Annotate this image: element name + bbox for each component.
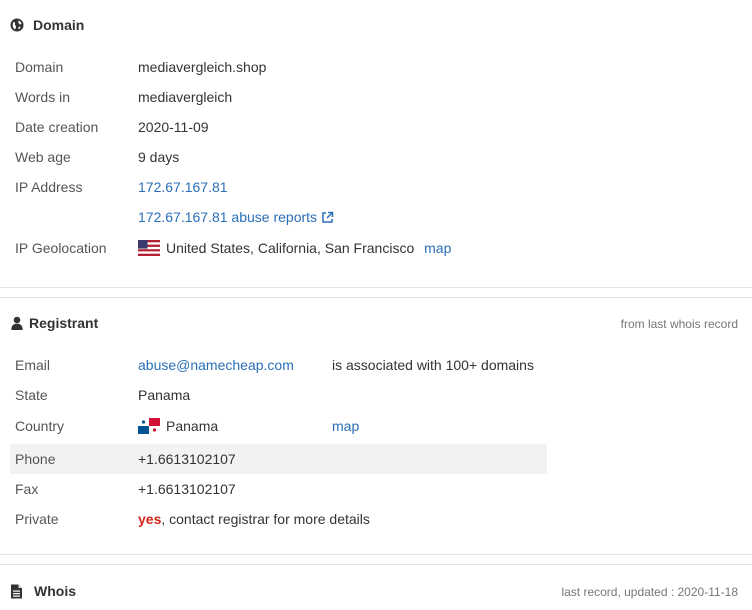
country-value: Panama xyxy=(138,411,218,444)
state-label: State xyxy=(15,387,48,403)
abuse-reports-text: 172.67.167.81 abuse reports xyxy=(138,209,318,225)
web-age-value: 9 days xyxy=(138,149,180,165)
section-divider xyxy=(0,564,752,565)
us-flag-icon xyxy=(138,236,160,266)
fax-label: Fax xyxy=(15,481,39,497)
email-label: Email xyxy=(15,357,51,373)
geolocation-map-link[interactable]: map xyxy=(424,240,451,256)
email-association-text: is associated with 100+ domains xyxy=(332,357,534,373)
abuse-reports-link[interactable]: 172.67.167.81 abuse reports xyxy=(138,202,334,234)
web-age-label: Web age xyxy=(15,149,71,165)
private-value: yes, contact registrar for more details xyxy=(138,504,370,534)
section-divider xyxy=(0,297,752,298)
country-label: Country xyxy=(15,418,65,434)
creation-label: Date creation xyxy=(15,119,99,135)
domain-label: Domain xyxy=(15,59,64,75)
words-value: mediavergleich xyxy=(138,89,233,105)
registrant-section-title: Registrant xyxy=(10,315,98,331)
phone-value: +1.6613102107 xyxy=(138,451,236,467)
domain-value: mediavergleich.shop xyxy=(138,59,267,75)
state-value: Panama xyxy=(138,387,191,403)
email-link[interactable]: abuse@namecheap.com xyxy=(138,350,294,380)
phone-row: Phone +1.6613102107 xyxy=(10,444,547,474)
words-label: Words in xyxy=(15,89,70,105)
fax-value: +1.6613102107 xyxy=(138,481,236,497)
whois-section-title: Whois xyxy=(10,583,76,599)
domain-section-title: Domain xyxy=(10,17,84,33)
private-label: Private xyxy=(15,511,59,527)
geolocation-text: United States, California, San Francisco xyxy=(166,240,415,256)
document-icon xyxy=(10,584,24,599)
country-map-link[interactable]: map xyxy=(332,411,359,441)
ip-label: IP Address xyxy=(15,179,83,195)
country-text: Panama xyxy=(166,418,219,434)
creation-value: 2020-11-09 xyxy=(138,119,209,135)
panama-flag-icon xyxy=(138,414,160,444)
geolocation-value: United States, California, San Francisco… xyxy=(138,233,451,266)
registrant-note: from last whois record xyxy=(620,317,738,331)
whois-note: last record, updated : 2020-11-18 xyxy=(561,585,738,599)
section-divider xyxy=(0,287,752,288)
phone-label: Phone xyxy=(15,451,56,467)
registrant-section-title-text: Registrant xyxy=(29,315,99,331)
globe-icon xyxy=(10,18,24,32)
external-link-icon xyxy=(321,204,334,234)
private-details-text: , contact registrar for more details xyxy=(161,511,370,527)
whois-section-title-text: Whois xyxy=(34,583,76,599)
ip-link[interactable]: 172.67.167.81 xyxy=(138,172,228,202)
domain-section-title-text: Domain xyxy=(33,17,85,33)
user-icon xyxy=(10,316,24,330)
private-yes-text: yes xyxy=(138,511,162,527)
geolocation-label: IP Geolocation xyxy=(15,240,107,256)
section-divider xyxy=(0,554,752,555)
